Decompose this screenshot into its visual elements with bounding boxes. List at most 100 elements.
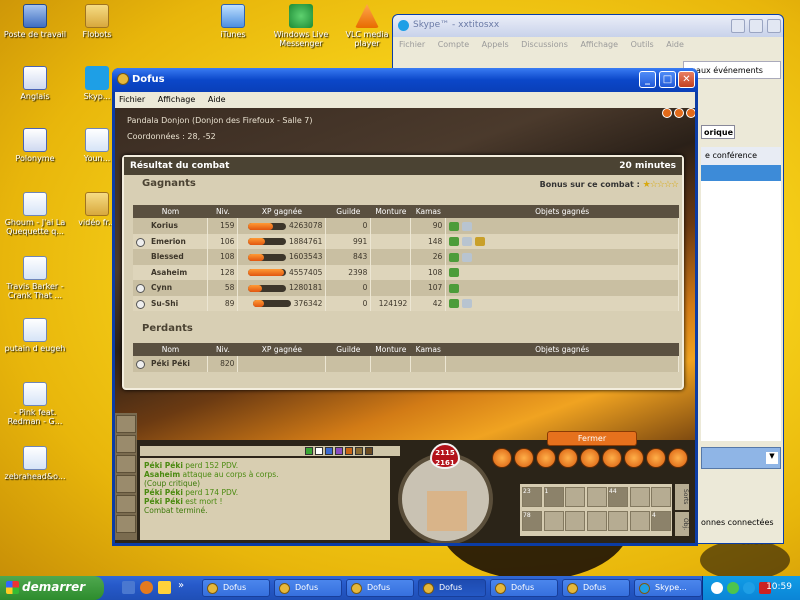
inventory-slot[interactable]: [565, 487, 585, 507]
desktop-icon[interactable]: Poste de travail: [2, 4, 68, 39]
chat-filter[interactable]: [355, 447, 363, 455]
table-row[interactable]: Blessed 108 1603543 843 26: [133, 249, 679, 265]
item-icon[interactable]: [462, 252, 473, 262]
taskbar-button[interactable]: Skype...: [634, 579, 702, 597]
item-icon[interactable]: [462, 221, 473, 231]
tray-arrow-icon[interactable]: [711, 582, 723, 594]
item-icon[interactable]: [475, 237, 486, 246]
help-button[interactable]: [662, 108, 672, 118]
inventory-slot[interactable]: [586, 487, 607, 507]
chat-tab[interactable]: [116, 415, 136, 433]
taskbar-button[interactable]: Dofus: [418, 579, 486, 597]
chat-filter[interactable]: [335, 447, 343, 455]
spell-icon[interactable]: [624, 448, 644, 468]
desktop-icon[interactable]: Travis Barker - Crank That ...: [2, 256, 68, 300]
conference-item[interactable]: e conférence: [701, 147, 781, 165]
item-icon[interactable]: [449, 268, 460, 277]
start-button[interactable]: demarrer: [0, 576, 104, 600]
spell-icon[interactable]: [536, 448, 556, 468]
inventory-slot[interactable]: [543, 511, 564, 531]
menu-affichage[interactable]: Affichage: [158, 95, 196, 104]
item-icon[interactable]: [449, 252, 460, 262]
menu-fichier[interactable]: Fichier: [399, 40, 425, 49]
table-row[interactable]: Péki Péki 820: [133, 356, 679, 372]
taskbar-button[interactable]: Dofus: [346, 579, 414, 597]
chat-tab[interactable]: [116, 475, 136, 493]
taskbar-button[interactable]: Dofus: [562, 579, 630, 597]
desktop-icon[interactable]: Ghoum - J'ai La Quequette q...: [2, 192, 68, 236]
menu-appels[interactable]: Appels: [482, 40, 509, 49]
desktop-icon[interactable]: Polonyme: [2, 128, 68, 163]
chat-tab[interactable]: [116, 455, 136, 473]
desktop-icon[interactable]: Flobots: [64, 4, 130, 39]
table-row[interactable]: Emerion 106 1884761 991 148: [133, 233, 679, 249]
menu-fichier[interactable]: Fichier: [119, 95, 145, 104]
maximize-button[interactable]: [749, 19, 763, 33]
menu-outils[interactable]: Outils: [631, 40, 654, 49]
quit-button[interactable]: [686, 108, 695, 118]
spells-tab[interactable]: Sorts: [675, 484, 689, 510]
chat-player-name[interactable]: Péki Péki: [144, 497, 183, 506]
spell-icon[interactable]: [668, 448, 688, 468]
item-icon[interactable]: [462, 237, 473, 246]
close-button[interactable]: [767, 19, 781, 33]
chat-filter[interactable]: [315, 447, 323, 455]
skype-tray-icon[interactable]: [743, 582, 755, 594]
desktop-icon[interactable]: VLC media player: [334, 4, 400, 48]
table-row[interactable]: Asaheim 128 4557405 2398 108: [133, 264, 679, 280]
history-tab[interactable]: orique: [701, 125, 735, 139]
table-row[interactable]: Su-Shi 89 376342 0 124192 42: [133, 295, 679, 311]
minimize-button[interactable]: [731, 19, 745, 33]
quicklaunch-icon[interactable]: [158, 581, 171, 594]
chat-tab[interactable]: [116, 495, 136, 513]
desktop-icon[interactable]: zebrahead&o...: [2, 446, 68, 481]
chat-tab[interactable]: [116, 435, 136, 453]
close-button[interactable]: ✕: [678, 71, 695, 88]
contact-list[interactable]: [701, 181, 781, 441]
skype-titlebar[interactable]: Skype™ - xxtitosxx: [393, 15, 783, 37]
spell-icon[interactable]: [602, 448, 622, 468]
firefox-icon[interactable]: [140, 581, 153, 594]
item-icon[interactable]: [449, 237, 460, 246]
inventory-slot[interactable]: [608, 511, 628, 531]
inventory-slot[interactable]: [586, 511, 607, 531]
taskbar-button[interactable]: Dofus: [490, 579, 558, 597]
menu-aide[interactable]: Aide: [208, 95, 226, 104]
msn-tray-icon[interactable]: [727, 582, 739, 594]
chat-player-name[interactable]: Péki Péki: [144, 461, 183, 470]
table-row[interactable]: Korius 159 4263078 0 90: [133, 218, 679, 234]
spell-icon[interactable]: [514, 448, 534, 468]
status-dropdown[interactable]: ▼: [701, 447, 781, 469]
table-row[interactable]: Cynn 58 1280181 0 107: [133, 280, 679, 296]
desktop-icon[interactable]: iTunes: [200, 4, 266, 39]
options-button[interactable]: [674, 108, 684, 118]
chat-filter[interactable]: [345, 447, 353, 455]
chat-log[interactable]: Péki Péki perd 152 PDV. Asaheim attaque a…: [140, 458, 390, 540]
inventory-slot[interactable]: 44: [608, 487, 628, 507]
spell-icon[interactable]: [646, 448, 666, 468]
fermer-button[interactable]: Fermer: [547, 431, 637, 446]
desktop-icon[interactable]: Anglais: [2, 66, 68, 101]
chat-filter[interactable]: [325, 447, 333, 455]
inventory-slot[interactable]: 4: [651, 511, 671, 531]
inventory-slot[interactable]: [629, 487, 650, 507]
item-icon[interactable]: [462, 299, 473, 308]
item-icon[interactable]: [449, 221, 460, 231]
inventory-slot[interactable]: [651, 487, 671, 507]
chat-filter[interactable]: [365, 447, 373, 455]
inventory-slot[interactable]: 23: [522, 487, 542, 507]
minimize-button[interactable]: _: [639, 71, 656, 88]
desktop-icon[interactable]: Windows Live Messenger: [268, 4, 334, 48]
chat-player-name[interactable]: Péki Péki: [144, 488, 183, 497]
selected-contact[interactable]: [701, 165, 781, 181]
menu-discussions[interactable]: Discussions: [521, 40, 568, 49]
spell-icon[interactable]: [558, 448, 578, 468]
spell-icon[interactable]: [492, 448, 512, 468]
dofus-titlebar[interactable]: Dofus _ □ ✕: [112, 68, 698, 92]
chevron-right-icon[interactable]: »: [178, 580, 184, 591]
chat-filter[interactable]: [305, 447, 313, 455]
chat-tab[interactable]: [116, 515, 136, 533]
inventory-slot[interactable]: [629, 511, 650, 531]
desktop-icon[interactable]: putain d eugeh: [2, 318, 68, 353]
spell-icon[interactable]: [580, 448, 600, 468]
